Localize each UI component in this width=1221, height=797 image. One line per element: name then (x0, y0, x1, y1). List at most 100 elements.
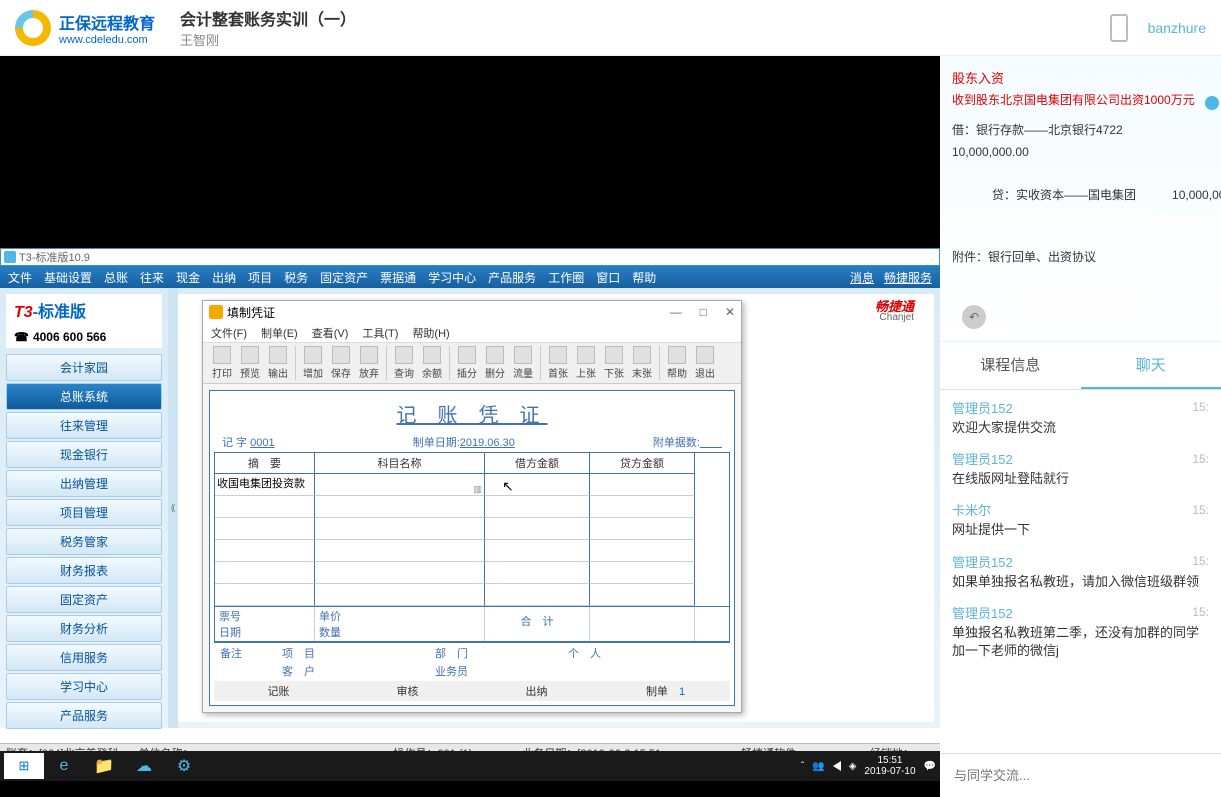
nav-item-2[interactable]: 往来管理 (6, 412, 162, 439)
dialog-toolbar: 打印预览输出增加保存放弃查询余额插分删分流量首张上张下张末张帮助退出 (203, 343, 741, 384)
toolbar-删分[interactable]: 删分 (482, 346, 508, 380)
menu-item-14[interactable]: 帮助 (632, 269, 656, 286)
attach-count[interactable] (700, 437, 722, 449)
menu-item-10[interactable]: 学习中心 (428, 269, 476, 286)
toolbar-保存[interactable]: 保存 (328, 346, 354, 380)
menu-service[interactable]: 畅捷服务 (884, 269, 932, 286)
menu-item-6[interactable]: 项目 (248, 269, 272, 286)
course-title: 会计整套账务实训（一） (180, 6, 356, 30)
voucher-row[interactable] (215, 562, 729, 584)
voucher-row[interactable]: 收国电集团投资款▥ (215, 474, 729, 496)
taskbar-edge[interactable]: e (44, 753, 84, 779)
menu-item-1[interactable]: 基础设置 (44, 269, 92, 286)
dlg-menu-0[interactable]: 文件(F) (211, 325, 247, 341)
toolbar-查询[interactable]: 查询 (391, 346, 417, 380)
toolbar-末张[interactable]: 末张 (629, 346, 655, 380)
menu-item-11[interactable]: 产品服务 (488, 269, 536, 286)
tab-course-info[interactable]: 课程信息 (940, 342, 1081, 389)
voucher-row[interactable] (215, 518, 729, 540)
toolbar-下张[interactable]: 下张 (601, 346, 627, 380)
col-subject: 科目名称 (315, 453, 485, 474)
start-button[interactable]: ⊞ (4, 753, 44, 779)
voucher-row[interactable] (215, 496, 729, 518)
nav-item-6[interactable]: 税务管家 (6, 528, 162, 555)
username[interactable]: banzhure (1148, 20, 1206, 36)
toolbar-流量[interactable]: 流量 (510, 346, 536, 380)
menu-item-0[interactable]: 文件 (8, 269, 32, 286)
toolbar-上张[interactable]: 上张 (573, 346, 599, 380)
slide-badge-icon (1205, 96, 1219, 110)
menubar-right: 消息 畅捷服务 (850, 269, 932, 286)
sidebar-handle[interactable]: ⟪ (168, 288, 178, 728)
back-icon[interactable]: ↶ (962, 305, 986, 329)
tray-people-icon[interactable]: 👥 (812, 761, 824, 772)
nav-item-4[interactable]: 出纳管理 (6, 470, 162, 497)
phone-icon[interactable] (1110, 14, 1128, 42)
menu-item-9[interactable]: 票据通 (380, 269, 416, 286)
chat-msg: 如果单独报名私教班，请加入微信班级群领 (952, 573, 1209, 591)
toolbar-预览[interactable]: 预览 (237, 346, 263, 380)
nav-item-3[interactable]: 现金银行 (6, 441, 162, 468)
nav-item-11[interactable]: 学习中心 (6, 673, 162, 700)
toolbar-帮助[interactable]: 帮助 (664, 346, 690, 380)
tray-network-icon[interactable]: ◈ (849, 761, 857, 772)
slide-attachment: 附件：银行回单、出资协议 (952, 248, 1209, 265)
chat-time: 15: (1192, 554, 1209, 568)
menu-item-2[interactable]: 总账 (104, 269, 128, 286)
taskbar-app2[interactable]: ⚙ (164, 753, 204, 779)
chat-input[interactable] (954, 768, 1207, 783)
chat-item: 管理员15215:在线版网址登陆就行 (952, 449, 1209, 488)
chat-msg: 在线版网址登陆就行 (952, 470, 1209, 488)
menu-item-4[interactable]: 现金 (176, 269, 200, 286)
menu-item-7[interactable]: 税务 (284, 269, 308, 286)
tray-volume-icon[interactable] (833, 761, 841, 771)
taskbar-clock[interactable]: 15:51 2019-07-10 (864, 755, 915, 777)
voucher-form: 记 账 凭 证 记 字 0001 制单日期:2019.06.30 附单据数: 摘… (209, 390, 735, 706)
toolbar-放弃[interactable]: 放弃 (356, 346, 382, 380)
tray-up-icon[interactable]: ˆ (801, 761, 804, 772)
minimize-icon[interactable]: — (670, 305, 682, 319)
nav-item-0[interactable]: 会计家园 (6, 354, 162, 381)
menu-item-3[interactable]: 往来 (140, 269, 164, 286)
maximize-icon[interactable]: □ (700, 305, 707, 319)
voucher-row[interactable] (215, 540, 729, 562)
voucher-row[interactable] (215, 584, 729, 606)
windows-app: T3-标准版10.9 文件基础设置总账往来现金出纳项目税务固定资产票据通学习中心… (0, 248, 940, 746)
dlg-menu-3[interactable]: 工具(T) (362, 325, 398, 341)
nav-item-8[interactable]: 固定资产 (6, 586, 162, 613)
nav-item-5[interactable]: 项目管理 (6, 499, 162, 526)
tab-chat[interactable]: 聊天 (1081, 342, 1221, 389)
toolbar-插分[interactable]: 插分 (454, 346, 480, 380)
taskbar-explorer[interactable]: 📁 (84, 753, 124, 779)
toolbar-余额[interactable]: 余额 (419, 346, 445, 380)
bottom-audit: 审核 (343, 683, 472, 699)
voucher-no[interactable]: 0001 (250, 437, 274, 449)
menu-item-12[interactable]: 工作圈 (548, 269, 584, 286)
nav-item-10[interactable]: 信用服务 (6, 644, 162, 671)
toolbar-增加[interactable]: 增加 (300, 346, 326, 380)
toolbar-首张[interactable]: 首张 (545, 346, 571, 380)
dlg-menu-2[interactable]: 查看(V) (312, 325, 349, 341)
chat-list[interactable]: 管理员15215:欢迎大家提供交流管理员15215:在线版网址登陆就行卡米尔15… (940, 390, 1221, 753)
dlg-menu-1[interactable]: 制单(E) (261, 325, 298, 341)
taskbar-app1[interactable]: ☁ (124, 753, 164, 779)
menu-item-8[interactable]: 固定资产 (320, 269, 368, 286)
dlg-menu-4[interactable]: 帮助(H) (412, 325, 449, 341)
tray-action-icon[interactable]: 💬 (924, 761, 936, 772)
nav-item-12[interactable]: 产品服务 (6, 702, 162, 729)
chat-user: 管理员152 (952, 603, 1013, 622)
menu-item-13[interactable]: 窗口 (596, 269, 620, 286)
col-credit: 贷方金额 (590, 453, 695, 474)
close-icon[interactable]: ✕ (725, 305, 735, 319)
menu-item-5[interactable]: 出纳 (212, 269, 236, 286)
toolbar-打印[interactable]: 打印 (209, 346, 235, 380)
chat-item: 卡米尔15:网址提供一下 (952, 500, 1209, 539)
toolbar-输出[interactable]: 输出 (265, 346, 291, 380)
toolbar-退出[interactable]: 退出 (692, 346, 718, 380)
nav-item-9[interactable]: 财务分析 (6, 615, 162, 642)
nav-item-7[interactable]: 财务报表 (6, 557, 162, 584)
voucher-date[interactable]: 2019.06.30 (460, 437, 515, 449)
menu-msg[interactable]: 消息 (850, 269, 874, 286)
nav-item-1[interactable]: 总账系统 (6, 383, 162, 410)
logo-area: 正保远程教育 www.cdeledu.com (15, 10, 155, 46)
